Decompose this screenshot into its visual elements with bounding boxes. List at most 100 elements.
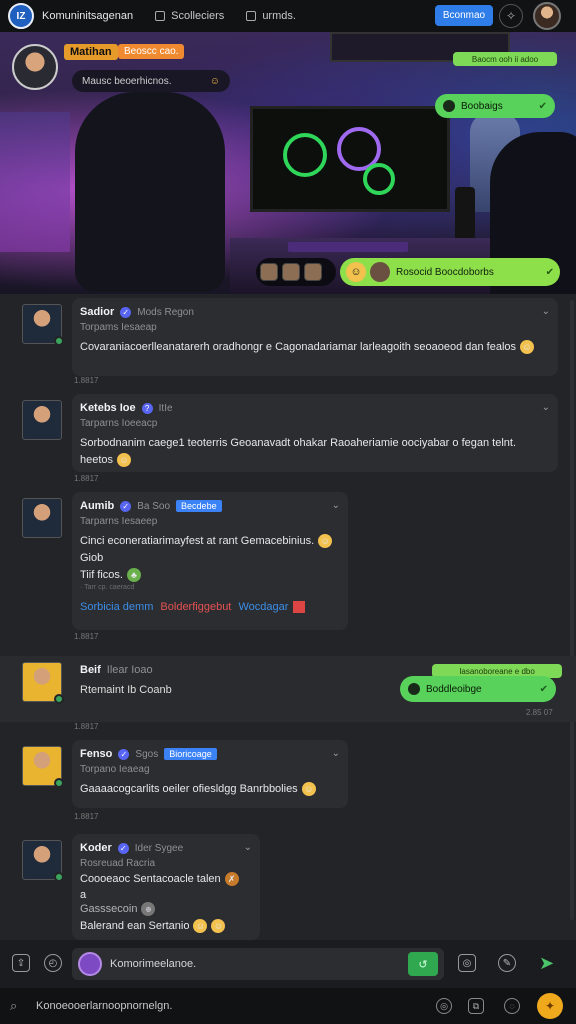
smile-emoji-icon: ☺	[318, 534, 333, 549]
user-avatar[interactable]	[22, 304, 64, 346]
search-icon[interactable]: ⌕	[10, 998, 17, 1014]
status-bar: ⌕ Konoeooerlarnoopnornelgn. ◎ ⧉ ◌ ✦	[0, 988, 576, 1024]
streamer-card[interactable]: Matihan Beoscc cao. Mausc beoerhicnos. ☺	[12, 40, 230, 96]
message-author[interactable]: Ketebs Ioe	[80, 402, 136, 414]
sparkle-icon[interactable]: ✦	[537, 993, 563, 1019]
online-status-icon	[54, 778, 64, 788]
user-avatar[interactable]	[22, 840, 64, 882]
streamer-subtitle-text: Mausc beoerhicnos.	[82, 75, 172, 87]
settings-icon[interactable]: ◎	[436, 998, 452, 1014]
message-input[interactable]: Komorimeelanoe. ↺	[72, 948, 444, 980]
highlighted-message[interactable]: Beif Ilear Ioao Rtemaint Ib Coanb Iasanob…	[0, 656, 576, 722]
scene-gaming-chair	[75, 92, 225, 292]
message-timestamp: 1.8817	[74, 474, 99, 483]
chevron-down-icon[interactable]: ⌄	[332, 748, 340, 759]
verified-icon: ?	[141, 402, 153, 414]
message-author[interactable]: Aumib	[80, 500, 114, 512]
online-status-icon	[54, 872, 64, 882]
square-icon	[246, 11, 257, 21]
message-bubble[interactable]: Koder ✓ Ider Sygee Rosreuad Racria Coooe…	[72, 834, 260, 940]
viewer-thumb[interactable]	[260, 263, 278, 281]
user-avatar[interactable]	[533, 2, 561, 30]
streamer-avatar[interactable]	[12, 44, 58, 90]
scene-keyboard	[288, 242, 408, 252]
message-role: Torpano Ieaeag	[80, 764, 150, 775]
composer-avatar	[78, 952, 102, 976]
chat-bubble-icon[interactable]: ✎	[498, 954, 516, 972]
nav-link-urmds[interactable]: urmds.	[246, 10, 296, 22]
nav-link-label: Scolleciers	[171, 10, 225, 22]
message-meta: Mods Regon	[137, 306, 194, 318]
reactions-label: Rosocid Boocdoborbs	[396, 266, 494, 278]
emoji-icon: ☺	[346, 262, 366, 282]
message-author[interactable]: Fenso	[80, 748, 112, 760]
reactions-pill[interactable]: ☺ Rosocid Boocdoborbs ✔	[340, 258, 560, 286]
verified-icon: ✓	[117, 842, 129, 854]
verified-icon: ✓	[118, 748, 130, 760]
compass-icon[interactable]: ✧	[499, 4, 523, 28]
message-author[interactable]: Beif Ilear Ioao	[80, 664, 153, 676]
user-avatar[interactable]	[22, 746, 64, 788]
smile-emoji-icon: ☺	[301, 782, 316, 797]
attach-icon[interactable]: ⇪	[12, 954, 30, 972]
viewer-thumbnails[interactable]	[256, 258, 336, 286]
message-bubble[interactable]: Ketebs Ioe ? ItIe Tarparns Ioeeacp Sorbo…	[72, 394, 558, 472]
chevron-down-icon[interactable]: ⌄	[542, 306, 550, 317]
cross-emoji-icon: ✗	[224, 872, 239, 887]
dot-icon	[443, 100, 455, 112]
message-meta: Ba Soo	[137, 500, 171, 512]
message-link[interactable]: Wocdagar	[238, 601, 288, 613]
grid-icon	[155, 11, 166, 21]
primary-button[interactable]: Bconmao	[435, 5, 493, 26]
user-avatar[interactable]	[22, 400, 62, 440]
top-bar: IZ Komuninitsagenan Scolleciers urmds. B…	[0, 0, 576, 32]
message-role: Torpams Iesaeap	[80, 322, 157, 333]
verified-icon: ✓	[120, 306, 132, 318]
message-text: Sorbodnanim caege1 teoterris Geoanavadt …	[80, 437, 516, 468]
message-bubble[interactable]: Fenso ✓ Sgos Bioricoage Torpano Ieaeag G…	[72, 740, 348, 808]
reactor-avatar	[370, 262, 390, 282]
smile-emoji-icon: ☺	[193, 919, 208, 934]
chat-message: Ketebs Ioe ? ItIe Tarparns Ioeeacp Sorbo…	[0, 394, 576, 483]
user-avatar[interactable]	[22, 498, 62, 538]
chevron-down-icon[interactable]: ⌄	[244, 842, 252, 853]
chat-icon[interactable]: ◌	[504, 998, 520, 1014]
message-small-note: · Tarr cp. caeracd	[80, 584, 135, 591]
message-input-placeholder: Komorimeelanoe.	[110, 958, 197, 970]
system-status-label: Boddleoibge	[426, 683, 482, 695]
streamer-subtitle: Mausc beoerhicnos. ☺	[72, 70, 230, 92]
message-composer: ⇪ ◴ Komorimeelanoe. ↺ ◎ ✎ ➤	[0, 940, 576, 988]
message-link[interactable]: Bolderfiggebut	[160, 601, 231, 613]
send-icon[interactable]: ➤	[539, 953, 554, 974]
viewer-thumb[interactable]	[282, 263, 300, 281]
clock-icon[interactable]: ◴	[44, 954, 62, 972]
nav-link-scolleciers[interactable]: Scolleciers	[155, 10, 224, 22]
stream-status-pill[interactable]: Boobaigs ✔	[435, 94, 555, 118]
chevron-down-icon[interactable]: ⌄	[332, 500, 340, 511]
message-author[interactable]: Koder	[80, 842, 112, 854]
app-logo-icon[interactable]: IZ	[8, 3, 34, 29]
message-text: Covaraniacoerlleanatarerh oradhongr e Ca…	[80, 339, 550, 356]
status-label: Konoeooerlarnoopnornelgn.	[36, 1000, 173, 1012]
message-timestamp: 1.8817	[74, 812, 99, 821]
message-bubble[interactable]: Sadior ✓ Mods Regon Torpams Iesaeap Cova…	[72, 298, 558, 376]
message-text-line: Giob	[80, 552, 104, 564]
chevron-down-icon[interactable]: ⌄	[542, 402, 550, 413]
user-avatar[interactable]	[22, 662, 64, 704]
close-icon[interactable]	[293, 601, 306, 614]
message-meta: ItIe	[158, 402, 173, 414]
app-title: Komuninitsagenan	[42, 10, 134, 22]
image-icon[interactable]: ◎	[458, 954, 476, 972]
message-bubble[interactable]: Aumib ✓ Ba Soo Becdebe Tarparns Iesaeep …	[72, 492, 348, 630]
system-status-pill[interactable]: Boddleoibge ✔	[400, 676, 556, 702]
message-role: Rosreuad Racria	[80, 858, 156, 869]
refresh-button[interactable]: ↺	[408, 952, 438, 976]
copy-icon[interactable]: ⧉	[468, 998, 484, 1014]
online-status-icon	[54, 336, 64, 346]
message-author[interactable]: Sadior	[80, 306, 114, 318]
stream-preview[interactable]: Matihan Beoscc cao. Mausc beoerhicnos. ☺…	[0, 32, 576, 294]
message-link[interactable]: Sorbicia demm	[80, 601, 153, 613]
message-role: Tarparns Iesaeep	[80, 516, 158, 527]
viewer-thumb[interactable]	[304, 263, 322, 281]
stream-status-label: Boobaigs	[461, 100, 503, 112]
